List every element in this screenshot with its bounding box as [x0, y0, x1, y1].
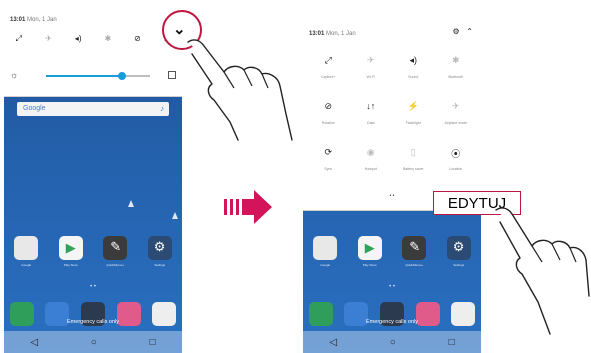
date-text: Mon, 1 Jan — [27, 17, 57, 23]
quick-tile-airplane-mode[interactable]: ✈ Airplane mode — [435, 101, 478, 135]
tile-icon: ⊘ — [324, 101, 333, 111]
phone-screen-right: 13:01 Mon, 1 Jan ⚙ ⌃ ⤢ Capture+ ✈ Wi-Fi ◂) So… — [303, 0, 481, 353]
hand-pointer-icon — [187, 39, 293, 141]
tile-label: Flashlight — [405, 121, 421, 125]
tile-icon: ↓↑ — [366, 101, 376, 111]
quick-tile-bluetooth[interactable]: ✱ Bluetooth — [435, 55, 478, 89]
tile-label: Rotation — [321, 121, 335, 125]
home-app-row: Google ▶ Play Store ✎ QuickMemo+ ⚙ Setti… — [303, 236, 481, 267]
emergency-text: Emergency calls only — [67, 319, 119, 325]
tile-icon: ✈ — [366, 55, 375, 65]
tile-label: Sync — [324, 167, 333, 171]
mic-icon[interactable]: ♪ — [160, 104, 164, 113]
phone-screen-left: 13:01 Mon, 1 Jan ⤢ ✈ ◂) ✱ ⊘ ↓↑ ☼ Google … — [4, 0, 182, 353]
page-indicator: • • — [389, 284, 395, 290]
chevron-up-icon[interactable]: ⌃ — [466, 27, 473, 36]
google-search-bar[interactable]: Google ♪ — [17, 102, 169, 116]
tile-label: Data — [367, 121, 375, 125]
nav-bar: ◁ ○ □ — [303, 331, 481, 353]
home-app-row: Google ▶ Play Store ✎ QuickMemo+ ⚙ Setti… — [4, 236, 182, 267]
tile-label: Bluetooth — [448, 75, 464, 79]
tile-icon: ▯ — [410, 147, 416, 157]
quick-tile-battery-saver[interactable]: ▯ Battery saver — [392, 147, 435, 181]
settings-icon[interactable]: ⚙ Settings — [147, 236, 172, 267]
recents-icon[interactable]: □ — [449, 337, 455, 348]
time-text: 13:01 — [10, 17, 26, 23]
chevron-down-icon[interactable]: ⌄ — [173, 20, 186, 38]
home-icon[interactable]: ○ — [91, 337, 97, 348]
page-indicator: • • — [90, 284, 96, 290]
time-text: 13:01 — [309, 31, 325, 37]
quick-tile-capture-[interactable]: ⤢ Capture+ — [307, 55, 350, 89]
gear-icon[interactable]: ⚙ — [452, 27, 459, 36]
back-icon[interactable]: ◁ — [329, 337, 337, 348]
tile-label: Hotspot — [364, 167, 377, 171]
tile-icon: ◂) — [409, 55, 417, 65]
google-folder-icon[interactable]: Google — [14, 236, 39, 267]
status-bar-time: 13:01 Mon, 1 Jan — [309, 31, 356, 37]
google-folder-icon[interactable]: Google — [313, 236, 338, 267]
quick-tile-sound[interactable]: ◂) Sound — [392, 55, 435, 89]
emergency-text: Emergency calls only — [366, 319, 418, 325]
tile-label: Sound — [408, 75, 419, 79]
brightness-icon: ☼ — [10, 70, 19, 80]
auto-brightness-checkbox[interactable] — [168, 71, 176, 79]
status-bar-time: 13:01 Mon, 1 Jan — [10, 17, 57, 23]
tile-icon: ⟳ — [324, 147, 333, 157]
tile-label: Wi-Fi — [366, 75, 375, 79]
quick-toggle-row: ⤢ ✈ ◂) ✱ ⊘ ↓↑ — [4, 34, 182, 44]
quick-settings-grid: ⤢ Capture+ ✈ Wi-Fi ◂) Sound ✱ Bluetooth ⊘ Rotatio… — [307, 55, 477, 181]
tile-icon: ◉ — [366, 147, 375, 157]
quickmemo-icon[interactable]: ✎ QuickMemo+ — [103, 236, 128, 267]
date-text: Mon, 1 Jan — [326, 31, 356, 37]
back-icon[interactable]: ◁ — [30, 337, 38, 348]
brightness-control: ☼ — [10, 68, 176, 82]
panel-header-icons: ⚙ ⌃ — [452, 27, 473, 36]
arrow-right-icon — [224, 190, 272, 224]
wifi-off-icon[interactable]: ✈ — [39, 34, 57, 44]
quick-tile-location[interactable]: ⦿ Location — [435, 147, 478, 181]
quick-tile-rotation[interactable]: ⊘ Rotation — [307, 101, 350, 135]
tile-icon: ⦿ — [451, 149, 461, 159]
quickmemo-icon[interactable]: ✎ QuickMemo+ — [402, 236, 427, 267]
quick-settings-panel-expanded: 13:01 Mon, 1 Jan ⚙ ⌃ ⤢ Capture+ ✈ Wi-Fi ◂) So… — [303, 0, 481, 211]
tile-icon: ✈ — [451, 101, 460, 111]
google-logo: Google — [23, 105, 46, 112]
quick-tile-hotspot[interactable]: ◉ Hotspot — [350, 147, 393, 181]
settings-icon[interactable]: ⚙ Settings — [446, 236, 471, 267]
hand-pointer-icon — [495, 207, 590, 335]
brightness-fill — [46, 75, 122, 77]
screen-rotate-icon[interactable]: ⤢ — [10, 34, 28, 44]
dnd-icon[interactable]: ⊘ — [128, 34, 146, 44]
nav-bar: ◁ ○ □ — [4, 331, 182, 353]
tile-label: Capture+ — [321, 75, 336, 79]
tile-label: Location — [449, 167, 463, 171]
tree-decoration — [128, 200, 134, 207]
quick-settings-panel-collapsed: 13:01 Mon, 1 Jan ⤢ ✈ ◂) ✱ ⊘ ↓↑ ☼ — [4, 0, 182, 97]
recents-icon[interactable]: □ — [150, 337, 156, 348]
tile-label: Battery saver — [402, 167, 424, 171]
brightness-slider[interactable] — [46, 72, 150, 80]
quick-tile-flashlight[interactable]: ⚡ Flashlight — [392, 101, 435, 135]
quick-tile-sync[interactable]: ⟳ Sync — [307, 147, 350, 181]
sound-icon[interactable]: ◂) — [69, 34, 87, 44]
tile-icon: ⤢ — [324, 55, 332, 65]
brightness-thumb[interactable] — [117, 72, 126, 80]
home-icon[interactable]: ○ — [390, 337, 396, 348]
play-store-icon[interactable]: ▶ Play Store — [58, 236, 83, 267]
tile-label: Airplane mode — [444, 121, 468, 125]
bluetooth-off-icon[interactable]: ✱ — [99, 34, 117, 44]
quick-tile-data[interactable]: ↓↑ Data — [350, 101, 393, 135]
quick-tile-wi-fi[interactable]: ✈ Wi-Fi — [350, 55, 393, 89]
tree-decoration — [172, 212, 178, 219]
play-store-icon[interactable]: ▶ Play Store — [357, 236, 382, 267]
tile-icon: ✱ — [451, 55, 460, 65]
tile-icon: ⚡ — [407, 101, 419, 111]
